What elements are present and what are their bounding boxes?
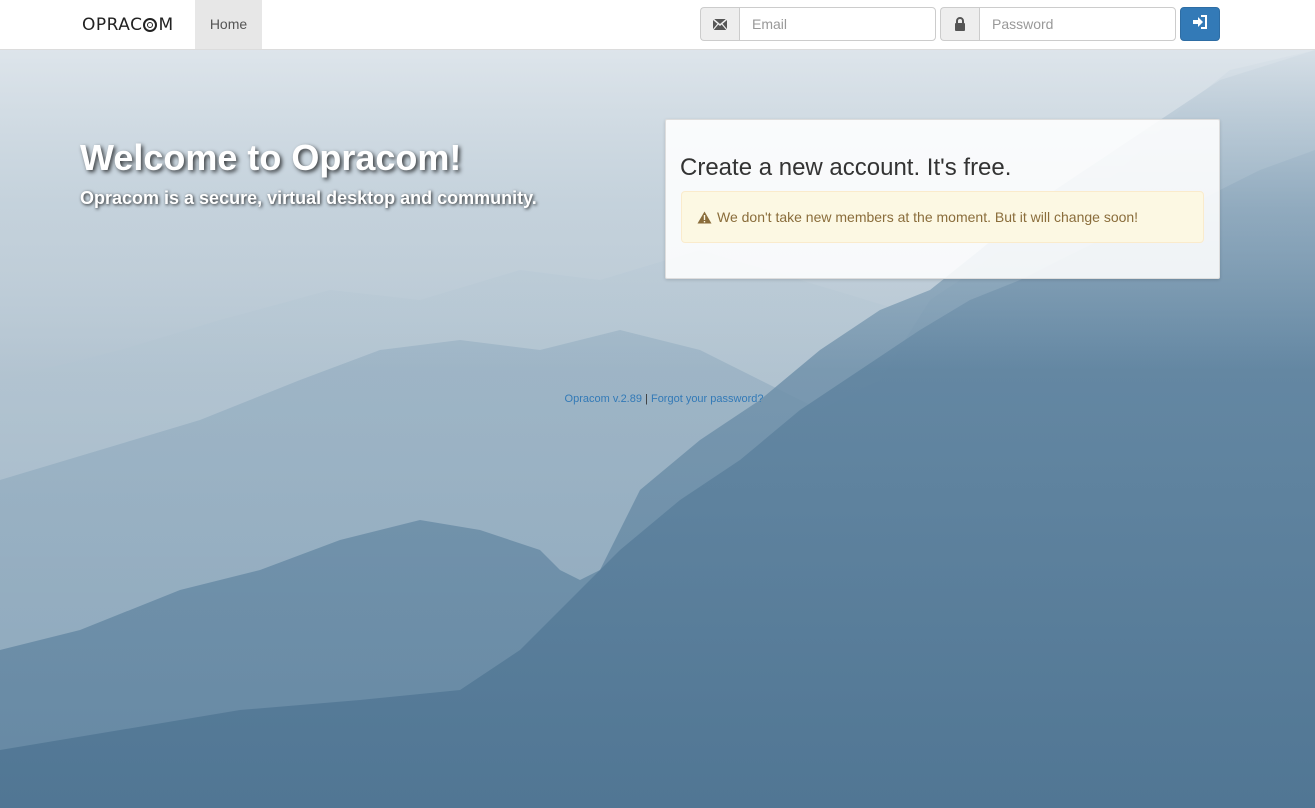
footer: Opracom v.2.89 | Forgot your password? xyxy=(0,393,1315,405)
password-field[interactable] xyxy=(979,7,1176,41)
brand-logo-ring-icon xyxy=(143,18,158,32)
lock-icon xyxy=(940,7,979,41)
brand-logo-prefix: OPRAC xyxy=(82,15,143,35)
nav-item-home[interactable]: Home xyxy=(195,0,262,49)
top-navbar: OPRAC M Home xyxy=(0,0,1315,50)
email-field[interactable] xyxy=(739,7,936,41)
signup-closed-alert: We don't take new members at the moment.… xyxy=(681,191,1204,243)
forgot-password-link[interactable]: Forgot your password? xyxy=(651,393,764,405)
footer-separator: | xyxy=(645,393,648,405)
warning-icon xyxy=(697,211,712,224)
signup-panel: Create a new account. It's free. We don'… xyxy=(665,119,1220,279)
sign-in-icon xyxy=(1192,14,1208,34)
brand-logo[interactable]: OPRAC M xyxy=(82,13,174,37)
password-input-group xyxy=(940,7,1176,41)
envelope-icon xyxy=(700,7,739,41)
page-subtitle: Opracom is a secure, virtual desktop and… xyxy=(80,188,537,208)
login-button[interactable] xyxy=(1180,7,1220,41)
brand-logo-suffix: M xyxy=(158,15,174,35)
alert-text: We don't take new members at the moment.… xyxy=(717,209,1139,225)
signup-heading: Create a new account. It's free. xyxy=(680,154,1012,181)
page-title: Welcome to Opracom! xyxy=(80,137,462,178)
email-input-group xyxy=(700,7,936,41)
version-link[interactable]: Opracom v.2.89 xyxy=(565,393,642,405)
